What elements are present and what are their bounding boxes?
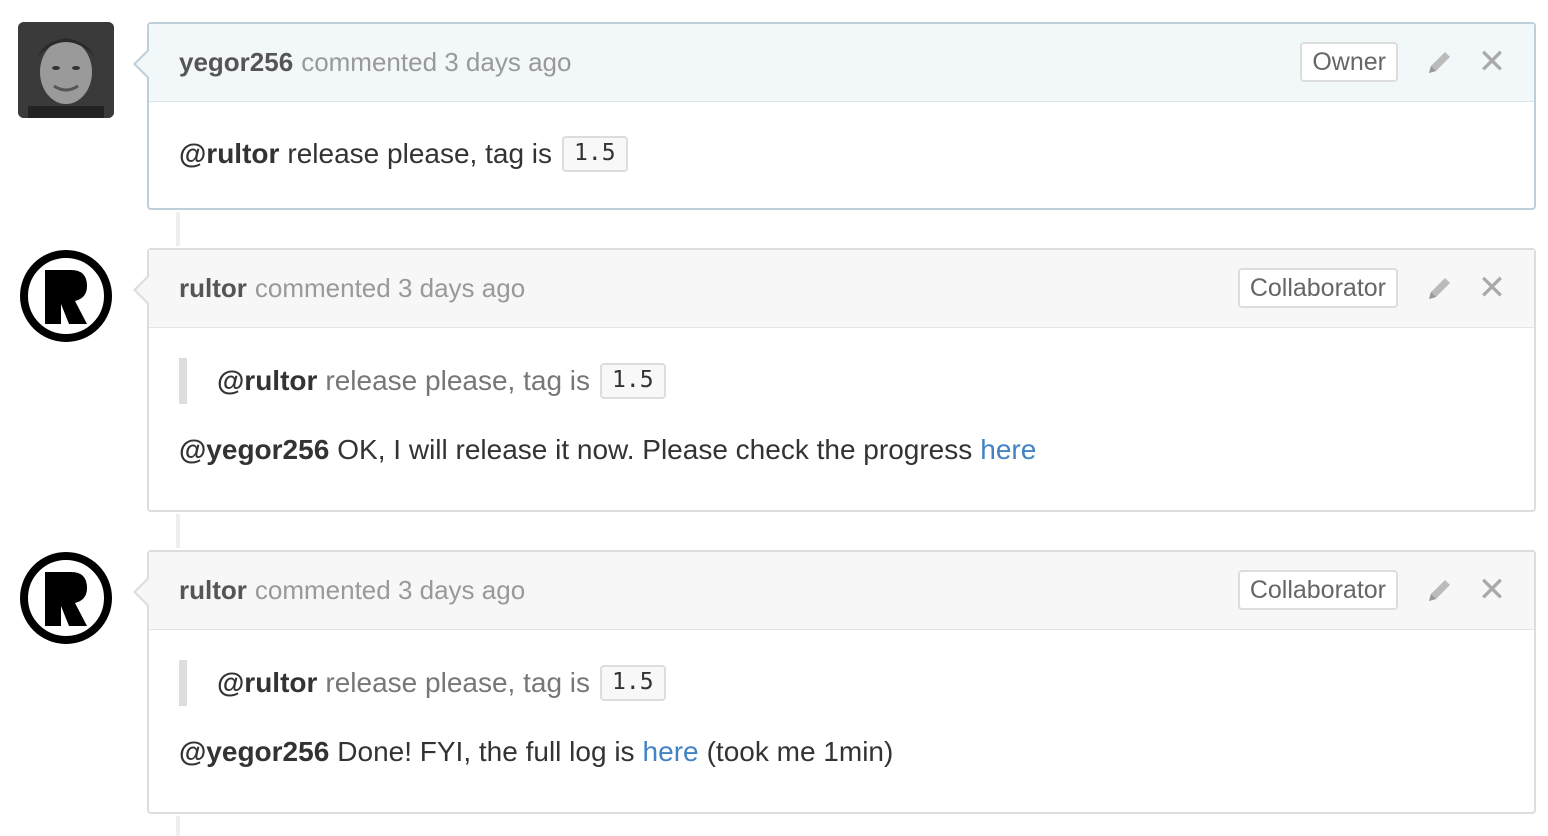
inline-code: 1.5 <box>562 136 628 172</box>
comment-author[interactable]: yegor256 <box>179 47 293 78</box>
comment-meta[interactable]: commented 3 days ago <box>301 47 571 78</box>
comment-header: rultor commented 3 days ago Collaborator… <box>133 552 1534 630</box>
blockquote: @rultor release please, tag is 1.5 <box>179 358 1504 404</box>
comment: rultor commented 3 days ago Collaborator… <box>133 550 1536 814</box>
role-badge: Collaborator <box>1237 268 1398 308</box>
close-icon[interactable]: ✕ <box>1474 43 1510 81</box>
comment-text: release please, tag is <box>287 138 553 169</box>
comment-meta[interactable]: commented 3 days ago <box>255 273 525 304</box>
mention-link[interactable]: @rultor <box>217 365 317 397</box>
comment-text: Done! FYI, the full log is <box>337 736 635 767</box>
comment-header: yegor256 commented 3 days ago Owner ✕ <box>133 24 1534 102</box>
mention-link[interactable]: @yegor256 <box>179 736 329 768</box>
avatar[interactable] <box>18 22 114 118</box>
comment-author[interactable]: rultor <box>179 273 247 304</box>
mention-link[interactable]: @yegor256 <box>179 434 329 466</box>
blockquote: @rultor release please, tag is 1.5 <box>179 660 1504 706</box>
mention-link[interactable]: @rultor <box>179 138 279 170</box>
comment-author[interactable]: rultor <box>179 575 247 606</box>
role-badge: Owner <box>1300 42 1398 82</box>
comment-body: @rultor release please, tag is 1.5 @yego… <box>149 328 1534 466</box>
comment: rultor commented 3 days ago Collaborator… <box>133 248 1536 512</box>
avatar[interactable] <box>20 250 112 342</box>
avatar[interactable] <box>20 552 112 644</box>
user-photo-icon <box>18 22 114 118</box>
inline-code: 1.5 <box>600 363 666 399</box>
comment-text: OK, I will release it now. Please check … <box>337 434 973 465</box>
quote-text: release please, tag is <box>325 667 591 698</box>
timeline-line <box>176 514 180 548</box>
comment-line: @yegor256 Done! FYI, the full log is her… <box>179 736 1504 768</box>
role-badge: Collaborator <box>1237 570 1398 610</box>
close-icon[interactable]: ✕ <box>1474 269 1510 307</box>
progress-link[interactable]: here <box>980 434 1036 466</box>
timeline-line <box>176 816 180 836</box>
close-icon[interactable]: ✕ <box>1474 571 1510 609</box>
mention-link[interactable]: @rultor <box>217 667 317 699</box>
quote-text: release please, tag is <box>325 365 591 396</box>
log-link[interactable]: here <box>643 736 699 768</box>
pencil-icon[interactable] <box>1422 572 1458 608</box>
rultor-logo-icon <box>45 270 87 324</box>
comment: yegor256 commented 3 days ago Owner ✕ @r… <box>133 22 1536 210</box>
comment-text-after: (took me 1min) <box>706 736 894 767</box>
timeline-line <box>176 212 180 246</box>
inline-code: 1.5 <box>600 665 666 701</box>
comment-header: rultor commented 3 days ago Collaborator… <box>133 250 1534 328</box>
comment-body: @rultor release please, tag is 1.5 <box>149 102 1534 172</box>
comment-line: @yegor256 OK, I will release it now. Ple… <box>179 434 1504 466</box>
comment-line: @rultor release please, tag is 1.5 <box>179 136 1504 172</box>
comment-body: @rultor release please, tag is 1.5 @yego… <box>149 630 1534 768</box>
rultor-logo-icon <box>45 572 87 626</box>
comment-meta[interactable]: commented 3 days ago <box>255 575 525 606</box>
pencil-icon[interactable] <box>1422 270 1458 306</box>
pencil-icon[interactable] <box>1422 44 1458 80</box>
